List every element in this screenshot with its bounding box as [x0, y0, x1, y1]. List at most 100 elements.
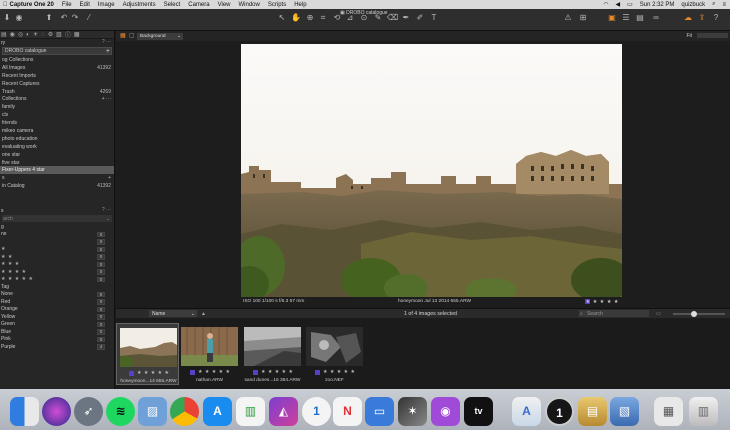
tag-filter-row[interactable]: Purple 4	[0, 343, 114, 351]
chevron-down-icon[interactable]: ⌄	[106, 216, 110, 222]
keystone-icon[interactable]: ⊿	[345, 13, 355, 23]
menu-scripts[interactable]: Scripts	[268, 2, 286, 8]
collection-item[interactable]: evaluating work	[0, 143, 114, 151]
share-icon[interactable]: ⇪	[697, 13, 707, 23]
crop-icon[interactable]: ⌗	[318, 13, 328, 23]
thumbnail[interactable]: ★ ★ ★ ★ ★ zoo.NEF	[303, 323, 366, 385]
tag-filter-row[interactable]: Pink 0	[0, 336, 114, 344]
siri-icon[interactable]	[42, 397, 71, 426]
library-tab-icon[interactable]: ▤	[1, 31, 7, 38]
collection-recent-captures[interactable]: Recent Captures	[0, 80, 114, 88]
in-catalog-item[interactable]: in Catalog 41392	[0, 182, 114, 190]
thumbnail[interactable]: ★ ★ ★ ★ ★ nathan.ARW	[178, 323, 241, 385]
preview-icon[interactable]: ▨	[138, 397, 167, 426]
thumbnail-rating[interactable]: ★ ★ ★ ★ ★	[323, 369, 355, 375]
picker-icon[interactable]: ✒	[401, 13, 411, 23]
add-icon[interactable]: +	[108, 175, 111, 181]
app-store-icon[interactable]: A	[203, 397, 232, 426]
capture-one-icon[interactable]: 1	[545, 397, 574, 426]
color-tag-chip[interactable]	[253, 370, 258, 375]
thumbnail-selected[interactable]: ★ ★ ★ ★ ★ honeymoon...14 655.ARW	[116, 323, 179, 385]
search-icon[interactable]: ⌕	[712, 1, 715, 8]
pointer-icon[interactable]: ↖	[277, 13, 287, 23]
export-icon[interactable]: ⬆	[44, 13, 54, 23]
catalog-collections-header[interactable]: og Collections	[0, 56, 114, 64]
collection-item[interactable]: cls	[0, 111, 114, 119]
adjust-tab-icon[interactable]: ⚙	[48, 31, 53, 38]
menu-file[interactable]: File	[62, 2, 72, 8]
rating-filter-row[interactable]: ★ ★ 0	[0, 253, 114, 261]
color-tab-icon[interactable]: ◐	[26, 32, 30, 38]
rotate-icon[interactable]: ⟲	[332, 13, 342, 23]
panel-help-icon[interactable]: ? ···	[102, 39, 111, 45]
user-name[interactable]: quizbuck	[681, 2, 705, 8]
output-tab-icon[interactable]: ▦	[74, 31, 80, 38]
list-view-icon[interactable]: ☰	[621, 13, 631, 23]
rating-filter-row[interactable]: ★ ★ ★ ★ 0	[0, 268, 114, 276]
sort-direction-icon[interactable]: ▲	[201, 311, 206, 317]
collection-trash[interactable]: Trash 4269	[0, 88, 114, 96]
final-cut-pro-icon[interactable]: ✶	[398, 397, 427, 426]
add-icon[interactable]: +	[106, 48, 110, 55]
stack-icon[interactable]: ▦	[654, 397, 683, 426]
tag-filter-row[interactable]: Blue 0	[0, 328, 114, 336]
zoom-icon[interactable]: ⊕	[305, 13, 315, 23]
menu-image[interactable]: Image	[98, 2, 115, 8]
apple-icon[interactable]: 	[3, 2, 8, 8]
menu-list-icon[interactable]: ≡	[722, 2, 726, 8]
rating-filter-row[interactable]: ★ ★ ★ 0	[0, 261, 114, 269]
collection-all-images[interactable]: All Images 41392	[0, 64, 114, 72]
rating-filter-row[interactable]: ★ 0	[0, 246, 114, 254]
battery-icon[interactable]: ▭	[627, 1, 633, 8]
sort-dropdown[interactable]: Name ⌄	[149, 310, 197, 317]
app-menu[interactable]: Capture One 20	[10, 2, 54, 8]
collection-item[interactable]: one star	[0, 151, 114, 159]
launchpad-icon[interactable]: ➶	[74, 397, 103, 426]
camera-icon[interactable]: ◉	[14, 13, 24, 23]
thumbnail[interactable]: ★ ★ ★ ★ ★ sand dunes...16 384.ARW	[241, 323, 304, 385]
volume-icon[interactable]: ◀	[615, 1, 620, 8]
tag-filter-row[interactable]: Yellow 0	[0, 313, 114, 321]
filters-help-icon[interactable]: ? ···	[102, 207, 111, 213]
filter-search-input[interactable]: arch ⌄	[2, 215, 112, 223]
browser-search-input[interactable]: ⌕ Search	[579, 310, 649, 317]
section3-header[interactable]: s +	[0, 174, 114, 182]
thumbnail-rating[interactable]: ★ ★ ★ ★ ★	[198, 369, 230, 375]
spot-removal-icon[interactable]: ⊙	[359, 13, 369, 23]
podcasts-icon[interactable]: ◉	[431, 397, 460, 426]
rating-filter-row[interactable]: 0	[0, 238, 114, 246]
grid-icon[interactable]: ⊞	[578, 13, 588, 23]
exposure-tab-icon[interactable]: ☀	[33, 31, 38, 38]
color-tag-chip[interactable]	[129, 371, 134, 376]
pan-icon[interactable]: ✋	[291, 13, 301, 23]
menu-select[interactable]: Select	[164, 2, 181, 8]
collection-item[interactable]: photo education	[0, 135, 114, 143]
collection-item[interactable]: five star	[0, 159, 114, 167]
affinity-photo-icon[interactable]: ◭	[269, 397, 298, 426]
applications-folder-icon[interactable]: A	[512, 397, 541, 426]
details-tab-icon[interactable]: ◌	[41, 32, 45, 38]
color-tag-chip[interactable]	[315, 370, 320, 375]
metadata-tab-icon[interactable]: ⓘ	[65, 31, 71, 39]
menu-view[interactable]: View	[218, 2, 231, 8]
user-collections-header[interactable]: Collections + ···	[0, 95, 114, 103]
zoom-fit-label[interactable]: Fit	[686, 33, 692, 39]
menu-adjustments[interactable]: Adjustments	[123, 2, 156, 8]
proof-icon[interactable]: ▣	[607, 13, 617, 23]
tag-filter-row[interactable]: Green 0	[0, 321, 114, 329]
catalog-selector[interactable]: DROBO catalogue +	[2, 47, 112, 55]
thumbnail-size-slider[interactable]	[673, 313, 725, 315]
grid-view-icon[interactable]: ▦	[120, 32, 126, 39]
documents-stack-icon[interactable]: ▤	[578, 397, 607, 426]
redo-icon[interactable]: ↷	[70, 13, 80, 23]
text-icon[interactable]: T	[429, 13, 439, 23]
tag-filter-row[interactable]: Orange 0	[0, 306, 114, 314]
help-icon[interactable]: ?	[711, 13, 721, 23]
lens-tab-icon[interactable]: ◎	[18, 31, 23, 38]
wifi-icon[interactable]: ◠	[603, 1, 608, 8]
menu-camera[interactable]: Camera	[188, 2, 209, 8]
spotify-icon[interactable]: ≋	[106, 397, 135, 426]
menu-edit[interactable]: Edit	[80, 2, 90, 8]
magic-wand-icon[interactable]: ⁄	[84, 13, 94, 23]
onepassword-icon[interactable]: 1	[302, 397, 331, 426]
